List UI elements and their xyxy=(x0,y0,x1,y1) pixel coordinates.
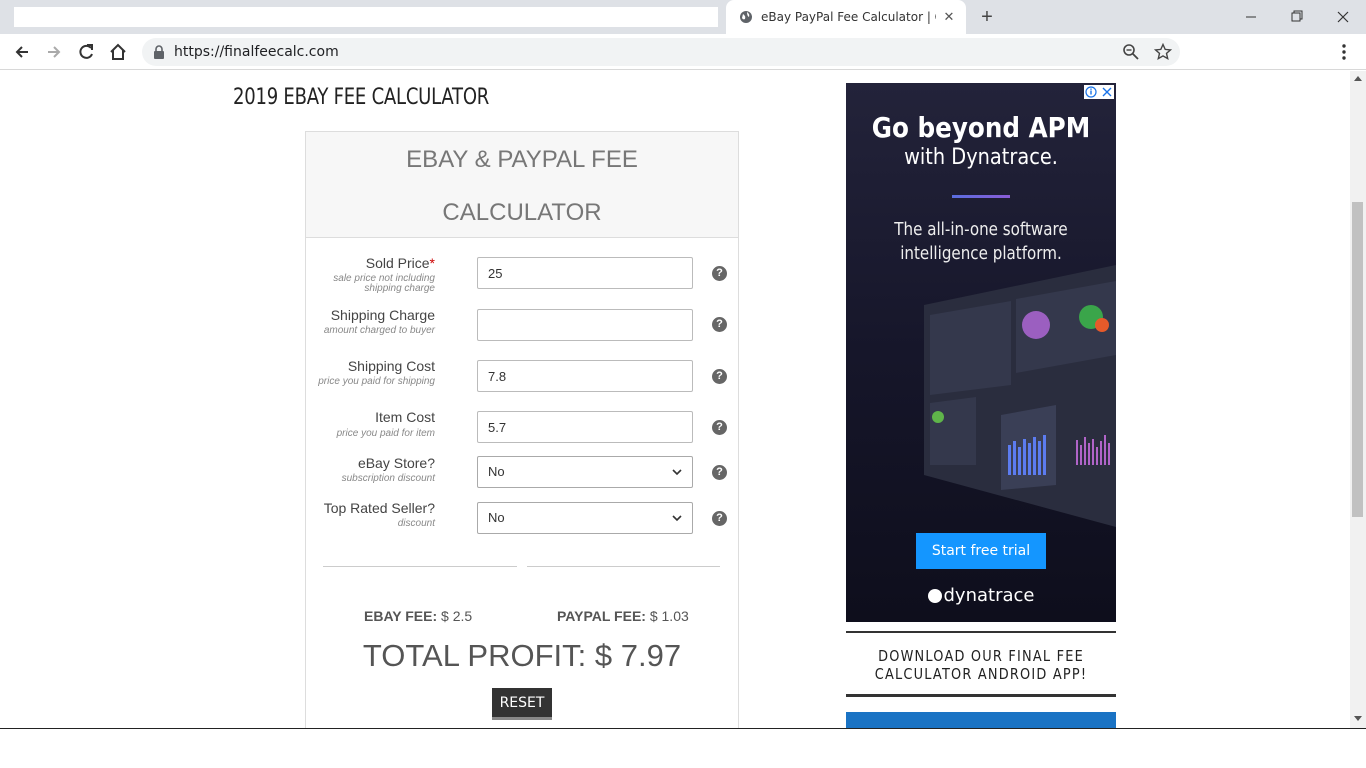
result-divider-right xyxy=(527,566,720,567)
start-trial-button[interactable]: Start free trial xyxy=(916,533,1046,569)
required-marker: * xyxy=(430,255,435,271)
bookmark-star-icon[interactable] xyxy=(1154,43,1172,61)
ebay-fee: EBAY FEE: $ 2.5 xyxy=(364,608,472,624)
tab-close-icon[interactable]: ✕ xyxy=(942,9,956,25)
dynatrace-logo: dynatrace xyxy=(846,585,1116,606)
shipping-charge-hint: amount charged to buyer xyxy=(315,326,435,336)
lock-icon xyxy=(153,45,165,59)
shipping-cost-hint: price you paid for shipping xyxy=(315,377,435,387)
ebay-store-label: eBay Store? xyxy=(285,455,435,471)
ebay-store-hint: subscription discount xyxy=(315,474,435,484)
browser-menu-icon[interactable] xyxy=(1336,42,1352,62)
ebay-store-help-icon[interactable]: ? xyxy=(712,465,727,480)
item-cost-label: Item Cost xyxy=(285,409,435,425)
sold-price-help-icon[interactable]: ? xyxy=(712,266,727,281)
total-profit: TOTAL PROFIT: $ 7.97 xyxy=(306,638,738,674)
ad-accent-rule xyxy=(952,195,1010,198)
scroll-down-icon[interactable] xyxy=(1354,716,1362,721)
calculator-title-line2: CALCULATOR xyxy=(306,199,738,227)
tab-title: eBay PayPal Fee Calculator | Calc xyxy=(761,10,936,26)
top-rated-select[interactable]: No xyxy=(477,502,693,534)
top-rated-help-icon[interactable]: ? xyxy=(712,511,727,526)
shipping-cost-label: Shipping Cost xyxy=(285,358,435,374)
ad-choices-icon[interactable] xyxy=(1084,85,1114,99)
calculator-header: EBAY & PAYPAL FEE CALCULATOR xyxy=(306,132,738,238)
chevron-down-icon xyxy=(672,467,682,477)
url-text: https://finalfeecalc.com xyxy=(174,44,339,60)
bottom-strip xyxy=(0,728,1366,768)
zoom-out-icon[interactable] xyxy=(1122,43,1140,61)
paypal-fee-value: $ 1.03 xyxy=(650,608,689,624)
shipping-cost-help-icon[interactable]: ? xyxy=(712,369,727,384)
paypal-fee: PAYPAL FEE: $ 1.03 xyxy=(557,608,689,624)
top-rated-selected: No xyxy=(488,510,505,525)
ebay-store-select[interactable]: No xyxy=(477,456,693,488)
shipping-cost-input[interactable] xyxy=(477,360,693,392)
page-title: 2019 EBAY FEE CALCULATOR xyxy=(233,85,489,110)
home-icon[interactable] xyxy=(108,42,128,62)
new-tab-button[interactable]: + xyxy=(977,6,997,28)
globe-icon xyxy=(739,10,753,24)
ebay-store-selected: No xyxy=(488,464,505,479)
chevron-down-icon xyxy=(672,513,682,523)
result-divider-left xyxy=(323,566,517,567)
ad-headline: Go beyond APM xyxy=(862,111,1100,144)
ad-subline-2: intelligence platform. xyxy=(868,243,1095,264)
item-cost-hint: price you paid for item xyxy=(315,429,435,439)
scrollbar-thumb[interactable] xyxy=(1352,202,1363,517)
dynatrace-logo-icon xyxy=(928,589,942,603)
window-close-icon[interactable] xyxy=(1320,4,1366,30)
dashboard-illustration xyxy=(916,265,1116,527)
ad-headline-2: with Dynatrace. xyxy=(862,145,1100,170)
tab-bar: eBay PayPal Fee Calculator | Calc ✕ + xyxy=(0,0,1366,34)
android-app-title: DOWNLOAD OUR FINAL FEE CALCULATOR ANDROI… xyxy=(865,647,1097,683)
sold-price-input[interactable] xyxy=(477,257,693,289)
calculator-title-line1: EBAY & PAYPAL FEE xyxy=(306,146,738,174)
shipping-charge-help-icon[interactable]: ? xyxy=(712,317,727,332)
top-rated-hint: discount xyxy=(315,519,435,529)
minimize-icon[interactable] xyxy=(1228,4,1274,30)
sold-price-label: Sold Price* xyxy=(285,255,435,271)
back-icon[interactable] xyxy=(12,42,32,62)
browser-toolbar: https://finalfeecalc.com xyxy=(0,34,1366,70)
forward-icon[interactable] xyxy=(44,42,64,62)
item-cost-input[interactable] xyxy=(477,411,693,443)
restore-icon[interactable] xyxy=(1274,4,1320,30)
reset-button[interactable]: RESET xyxy=(492,688,552,720)
top-rated-label: Top Rated Seller? xyxy=(285,500,435,516)
dynatrace-ad[interactable]: Go beyond APM with Dynatrace. The all-in… xyxy=(846,83,1116,622)
tab-search-strip[interactable] xyxy=(14,7,718,27)
app-banner-image[interactable] xyxy=(846,712,1116,728)
sold-price-hint: sale price not including shipping charge xyxy=(315,274,435,294)
shipping-charge-input[interactable] xyxy=(477,309,693,341)
ad-subline-1: The all-in-one software xyxy=(868,219,1095,240)
page-viewport: 2019 EBAY FEE CALCULATOR EBAY & PAYPAL F… xyxy=(0,71,1366,728)
item-cost-help-icon[interactable]: ? xyxy=(712,420,727,435)
scroll-up-icon[interactable] xyxy=(1354,76,1362,81)
android-app-promo[interactable]: DOWNLOAD OUR FINAL FEE CALCULATOR ANDROI… xyxy=(846,631,1116,697)
page-scrollbar[interactable] xyxy=(1350,71,1366,728)
reload-icon[interactable] xyxy=(76,42,96,62)
fee-calculator-card: EBAY & PAYPAL FEE CALCULATOR Sold Price*… xyxy=(305,131,739,728)
shipping-charge-label: Shipping Charge xyxy=(285,307,435,323)
ebay-fee-value: $ 2.5 xyxy=(441,608,472,624)
address-bar[interactable]: https://finalfeecalc.com xyxy=(142,38,1180,66)
